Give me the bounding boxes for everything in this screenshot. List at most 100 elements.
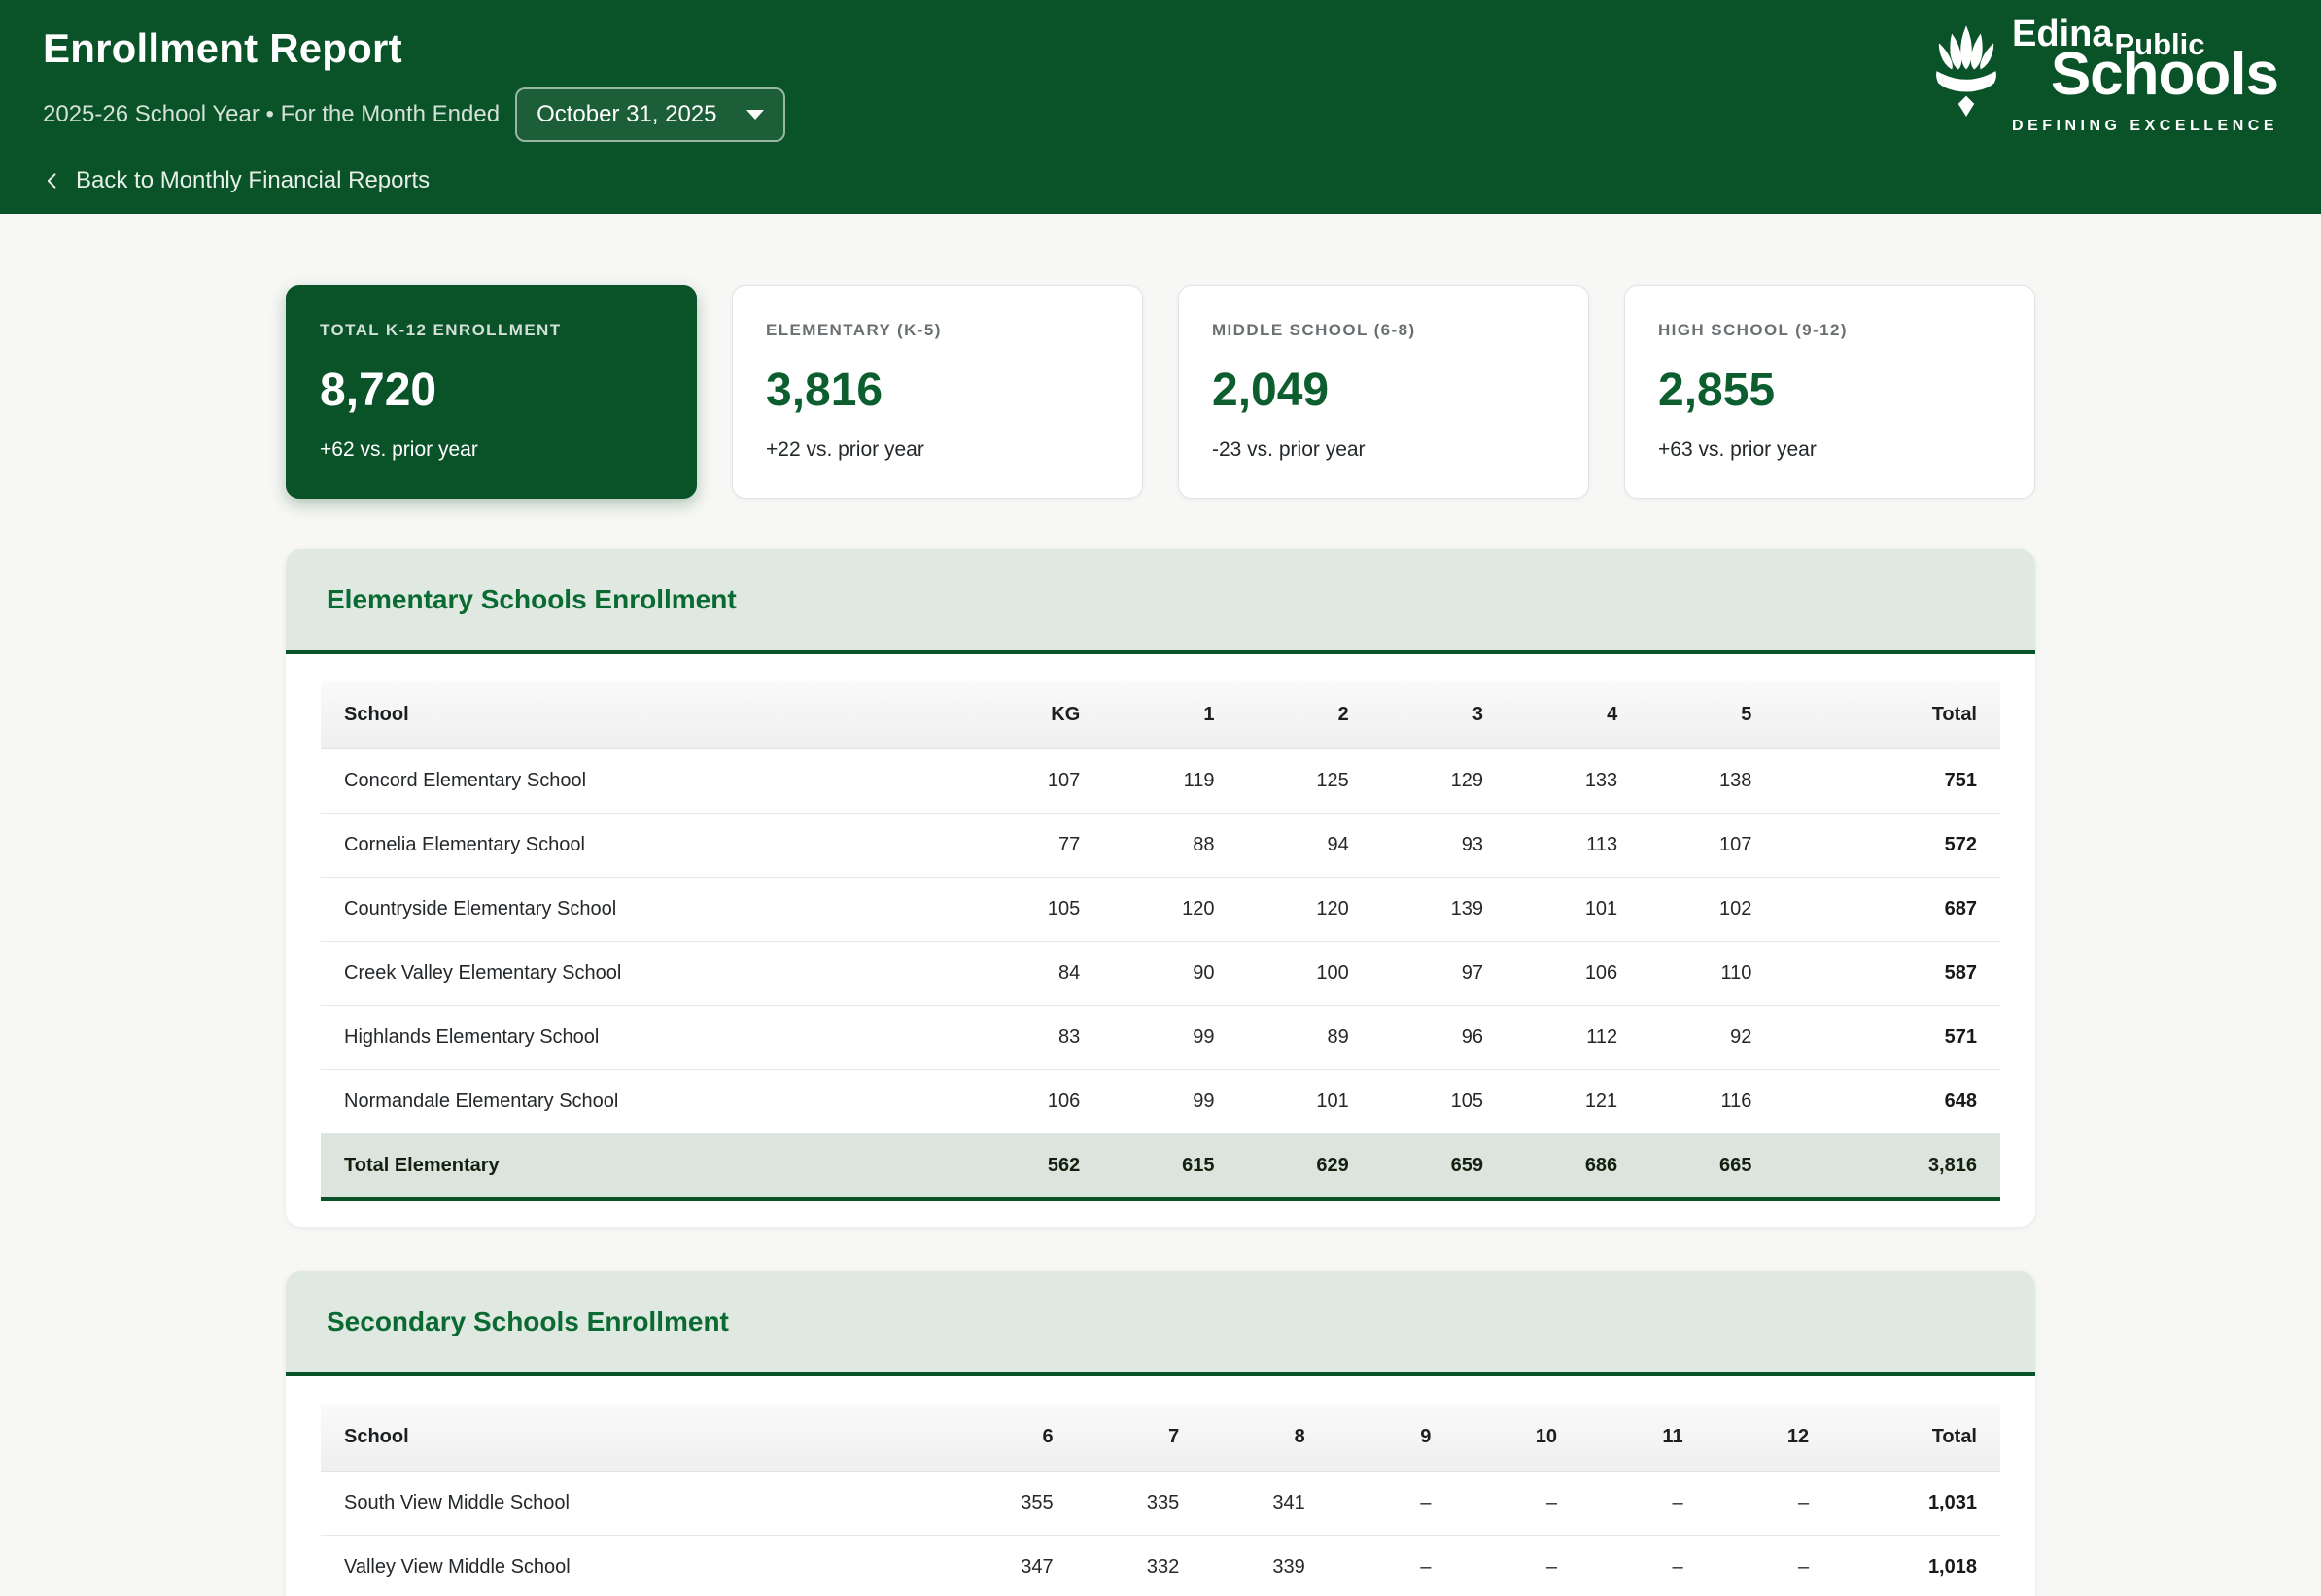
total-row: Total Elementary 562 615 629 659 686 665 3,816 bbox=[321, 1133, 2000, 1201]
cell-value: 138 bbox=[1641, 748, 1776, 814]
section-body: School 6 7 8 9 10 11 12 Total South View Middle … bbox=[286, 1376, 2035, 1596]
stat-value: 2,049 bbox=[1212, 364, 1330, 416]
cell-value: 129 bbox=[1371, 748, 1507, 814]
stat-card-high-school: HIGH SCHOOL (9-12) 2,855 +63 vs. prior y… bbox=[1624, 285, 2035, 499]
school-name: Countryside Elementary School bbox=[321, 877, 970, 942]
cell-value: 97 bbox=[1371, 941, 1507, 1006]
column-header: 2 bbox=[1237, 681, 1372, 749]
section-body: School KG 1 2 3 4 5 Total Concord Elementary Sc… bbox=[286, 654, 2035, 1227]
row-total: 751 bbox=[1775, 748, 2000, 814]
cell-value: 106 bbox=[969, 1069, 1104, 1134]
cell-value: 93 bbox=[1371, 813, 1507, 878]
cell-value: 562 bbox=[969, 1133, 1104, 1201]
cell-value: 629 bbox=[1237, 1133, 1372, 1201]
cell-value: 119 bbox=[1103, 748, 1238, 814]
back-link[interactable]: Back to Monthly Financial Reports bbox=[43, 167, 430, 194]
stat-delta: +63 vs. prior year bbox=[1658, 438, 1817, 461]
stat-delta: -23 vs. prior year bbox=[1212, 438, 1366, 461]
school-name: Highlands Elementary School bbox=[321, 1005, 970, 1070]
row-total: 572 bbox=[1775, 813, 2000, 878]
cell-value: 84 bbox=[969, 941, 1104, 1006]
cell-value: 355 bbox=[951, 1471, 1077, 1536]
cell-value: 83 bbox=[969, 1005, 1104, 1070]
cell-value: 116 bbox=[1641, 1069, 1776, 1134]
cell-value: 120 bbox=[1237, 877, 1372, 942]
row-total: 687 bbox=[1775, 877, 2000, 942]
cell-value: 686 bbox=[1506, 1133, 1642, 1201]
cell-value: 133 bbox=[1506, 748, 1642, 814]
cell-value: 90 bbox=[1103, 941, 1238, 1006]
school-name: Normandale Elementary School bbox=[321, 1069, 970, 1134]
cell-value: 112 bbox=[1506, 1005, 1642, 1070]
stat-label: TOTAL K-12 ENROLLMENT bbox=[320, 321, 562, 339]
section-header: Elementary Schools Enrollment bbox=[286, 549, 2035, 654]
row-total: 648 bbox=[1775, 1069, 2000, 1134]
school-name: South View Middle School bbox=[321, 1471, 952, 1536]
column-header: 10 bbox=[1454, 1404, 1580, 1472]
column-header: 7 bbox=[1076, 1404, 1203, 1472]
column-header: 8 bbox=[1202, 1404, 1329, 1472]
summary-cards-row: TOTAL K-12 ENROLLMENT 8,720 +62 vs. prio… bbox=[286, 285, 2035, 499]
stat-value: 2,855 bbox=[1658, 364, 1776, 416]
cell-value: 99 bbox=[1103, 1069, 1238, 1134]
cell-value: 113 bbox=[1506, 813, 1642, 878]
cell-value: 665 bbox=[1641, 1133, 1776, 1201]
cell-value: 659 bbox=[1371, 1133, 1507, 1201]
section-title: Elementary Schools Enrollment bbox=[327, 584, 737, 614]
column-header: Total bbox=[1832, 1404, 2000, 1472]
column-header: 12 bbox=[1706, 1404, 1833, 1472]
cell-value: – bbox=[1454, 1471, 1580, 1536]
cell-value: 341 bbox=[1202, 1471, 1329, 1536]
month-select-value: October 31, 2025 bbox=[537, 101, 717, 127]
column-header: 3 bbox=[1371, 681, 1507, 749]
row-total: 587 bbox=[1775, 941, 2000, 1006]
cell-value: – bbox=[1328, 1535, 1455, 1596]
logo-tagline: DEFINING EXCELLENCE bbox=[2012, 118, 2278, 135]
column-header-school: School bbox=[321, 1404, 952, 1472]
cell-value: 105 bbox=[1371, 1069, 1507, 1134]
stat-label: ELEMENTARY (K-5) bbox=[766, 321, 942, 339]
cell-value: – bbox=[1328, 1471, 1455, 1536]
table-row: Concord Elementary School 107 119 125 129 133… bbox=[321, 748, 2000, 814]
cell-value: 100 bbox=[1237, 941, 1372, 1006]
cell-value: 102 bbox=[1641, 877, 1776, 942]
district-logo: Edina Public Schools DEFINING EXCELLENCE bbox=[1930, 16, 2279, 135]
school-name: Total Elementary bbox=[321, 1133, 970, 1201]
back-link-label: Back to Monthly Financial Reports bbox=[76, 167, 431, 193]
stat-delta: +22 vs. prior year bbox=[766, 438, 924, 461]
cell-value: 121 bbox=[1506, 1069, 1642, 1134]
table-row: Cornelia Elementary School 77 88 94 93 113 107… bbox=[321, 813, 2000, 878]
table-header-row: School 6 7 8 9 10 11 12 Total bbox=[321, 1404, 2000, 1472]
month-select[interactable]: October 31, 2025 bbox=[515, 87, 785, 142]
table-row: Creek Valley Elementary School 84 90 100 97 1… bbox=[321, 941, 2000, 1006]
cell-value: 125 bbox=[1237, 748, 1372, 814]
cell-value: 88 bbox=[1103, 813, 1238, 878]
school-name: Creek Valley Elementary School bbox=[321, 941, 970, 1006]
cell-value: 332 bbox=[1076, 1535, 1203, 1596]
section-header: Secondary Schools Enrollment bbox=[286, 1271, 2035, 1376]
cell-value: 107 bbox=[1641, 813, 1776, 878]
cell-value: 106 bbox=[1506, 941, 1642, 1006]
cell-value: 101 bbox=[1506, 877, 1642, 942]
column-header: 9 bbox=[1328, 1404, 1455, 1472]
table-row: Highlands Elementary School 83 99 89 96 112 92… bbox=[321, 1005, 2000, 1070]
stat-card-total-k12: TOTAL K-12 ENROLLMENT 8,720 +62 vs. prio… bbox=[286, 285, 697, 499]
cell-value: 101 bbox=[1237, 1069, 1372, 1134]
row-total: 571 bbox=[1775, 1005, 2000, 1070]
column-header: 11 bbox=[1579, 1404, 1707, 1472]
elementary-enrollment-section: Elementary Schools Enrollment School KG 1 2… bbox=[286, 549, 2035, 1227]
school-name: Cornelia Elementary School bbox=[321, 813, 970, 878]
cell-value: 77 bbox=[969, 813, 1104, 878]
cell-value: – bbox=[1579, 1535, 1707, 1596]
column-header: Total bbox=[1775, 681, 2000, 749]
app-header: Enrollment Report 2025-26 School Year • … bbox=[0, 0, 2321, 214]
section-title: Secondary Schools Enrollment bbox=[327, 1306, 729, 1336]
cell-value: – bbox=[1454, 1535, 1580, 1596]
column-header: KG bbox=[969, 681, 1104, 749]
cell-value: 339 bbox=[1202, 1535, 1329, 1596]
crown-emblem-icon bbox=[1936, 25, 1997, 118]
logo-text: Edina Public Schools DEFINING EXCELLENCE bbox=[2012, 16, 2279, 135]
cell-value: 107 bbox=[969, 748, 1104, 814]
stat-value: 3,816 bbox=[766, 364, 883, 416]
cell-value: 139 bbox=[1371, 877, 1507, 942]
